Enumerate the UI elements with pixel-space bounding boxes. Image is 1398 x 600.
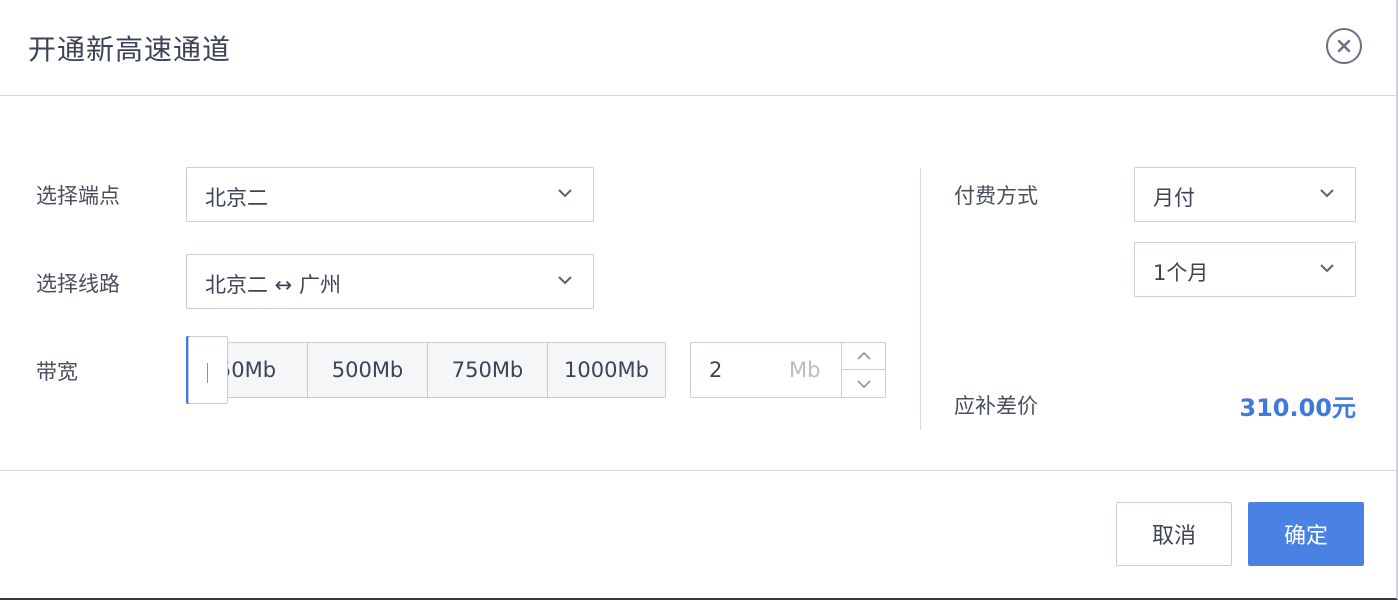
decrement-button[interactable] [841, 370, 886, 397]
increment-button[interactable] [841, 343, 886, 370]
bandwidth-unit: Mb [789, 358, 821, 382]
dialog: 开通新高速通道 选择端点 北京二 选择线路 北京二 ↔ 广州 带宽 50Mb 5… [0, 0, 1398, 600]
route-select[interactable]: 北京二 ↔ 广州 [186, 254, 594, 309]
bandwidth-option[interactable]: 750Mb [427, 343, 547, 397]
route-value: 北京二 ↔ 广州 [205, 273, 341, 297]
payment-value: 月付 [1153, 186, 1195, 210]
endpoint-label: 选择端点 [36, 184, 120, 208]
chevron-down-icon [1320, 264, 1334, 273]
dialog-header: 开通新高速通道 [0, 0, 1396, 96]
route-label: 选择线路 [36, 272, 120, 296]
bandwidth-option[interactable]: 1000Mb [547, 343, 665, 397]
bandwidth-input[interactable]: 2 Mb [690, 342, 886, 398]
close-icon [1337, 39, 1351, 53]
endpoint-select[interactable]: 北京二 [186, 167, 594, 222]
chevron-down-icon [558, 276, 572, 285]
caret-up-icon [857, 351, 871, 360]
bandwidth-label: 带宽 [36, 360, 78, 384]
bandwidth-option[interactable]: 500Mb [307, 343, 427, 397]
price-diff-label: 应补差价 [954, 394, 1038, 418]
endpoint-value: 北京二 [205, 186, 268, 210]
footer-divider [0, 470, 1396, 471]
price-diff-amount: 310.00元 [1239, 394, 1356, 422]
payment-select[interactable]: 月付 [1134, 167, 1356, 222]
payment-label: 付费方式 [954, 184, 1038, 208]
duration-value: 1个月 [1153, 261, 1209, 285]
bandwidth-slider-handle[interactable] [188, 336, 228, 404]
column-divider [920, 168, 921, 430]
chevron-down-icon [558, 189, 572, 198]
chevron-down-icon [1320, 189, 1334, 198]
close-button[interactable] [1326, 28, 1362, 64]
bandwidth-input-value: 2 [709, 358, 723, 382]
confirm-button[interactable]: 确定 [1248, 502, 1364, 566]
caret-down-icon [857, 379, 871, 388]
cancel-button[interactable]: 取消 [1116, 502, 1232, 566]
dialog-title: 开通新高速通道 [28, 33, 232, 66]
bandwidth-segmented: 50Mb 500Mb 750Mb 1000Mb [186, 342, 666, 398]
duration-select[interactable]: 1个月 [1134, 242, 1356, 297]
